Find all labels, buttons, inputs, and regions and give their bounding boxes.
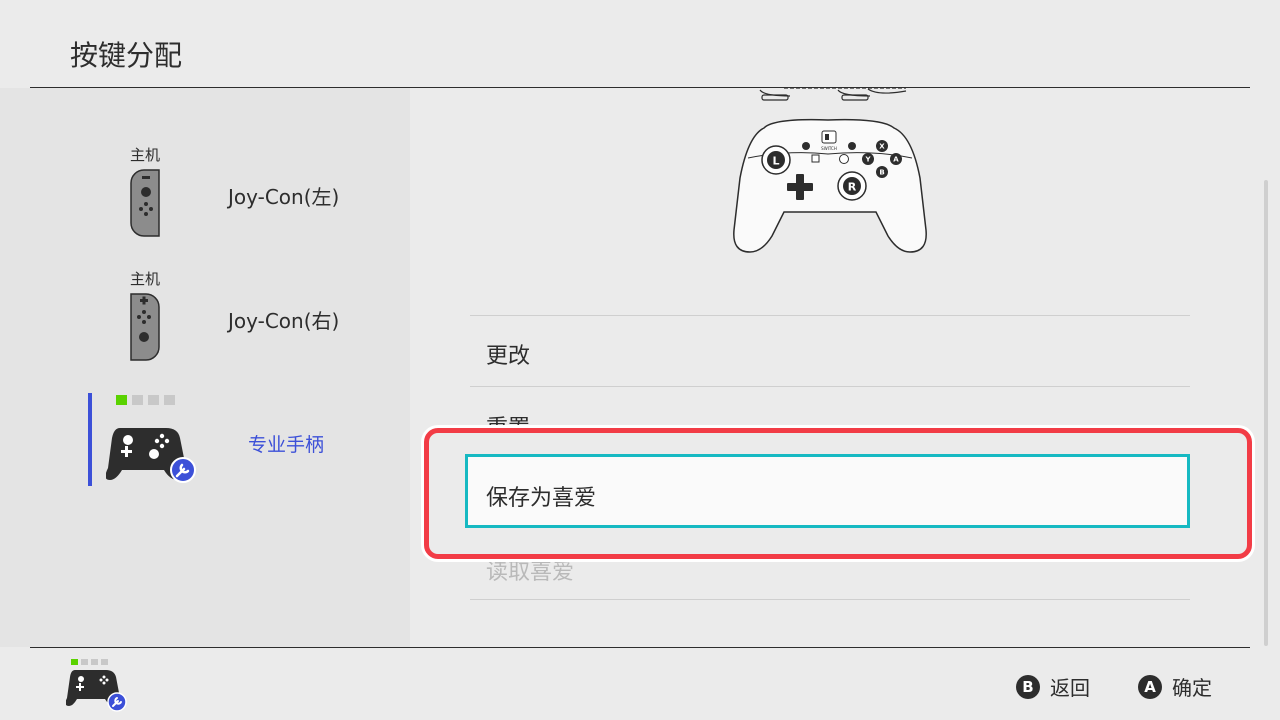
- back-hint[interactable]: B 返回: [1016, 672, 1090, 701]
- scrollbar[interactable]: [1264, 180, 1268, 646]
- player-light-1: [116, 395, 127, 405]
- menu-divider: [470, 315, 1190, 316]
- device-item-joycon-left[interactable]: [0, 150, 410, 250]
- b-button-icon: B: [1016, 674, 1040, 699]
- player-light-1: [71, 659, 78, 665]
- device-name: Joy-Con(右): [228, 309, 340, 333]
- a-button-icon: A: [1138, 674, 1162, 699]
- svg-text:R: R: [848, 181, 857, 194]
- svg-text:B: B: [879, 169, 884, 177]
- svg-text:A: A: [893, 156, 899, 164]
- menu-item-label: 保存为喜爱: [486, 486, 597, 511]
- player-light-3: [148, 395, 159, 405]
- svg-text:SWITCH: SWITCH: [821, 146, 837, 151]
- svg-text:L: L: [772, 155, 779, 168]
- player-light-2: [132, 395, 143, 405]
- menu-divider: [470, 599, 1190, 600]
- pro-controller-icon: [106, 428, 196, 483]
- device-name: Joy-Con(左): [228, 185, 340, 209]
- confirm-hint[interactable]: A 确定: [1138, 672, 1212, 701]
- player-lights: [116, 395, 175, 405]
- controller-diagram: L R SWITCH XY A B: [733, 88, 927, 253]
- menu-item-save-favorite[interactable]: 保存为喜爱: [465, 454, 1190, 528]
- menu-item-change[interactable]: 更改: [486, 338, 530, 370]
- joycon-left-icon: [130, 169, 160, 237]
- footer-controller-icon: [66, 670, 127, 712]
- back-label: 返回: [1050, 676, 1090, 700]
- confirm-label: 确定: [1172, 676, 1212, 700]
- footer-player-lights: [71, 659, 108, 665]
- menu-divider: [470, 386, 1190, 387]
- footer-divider: [30, 647, 1250, 648]
- joycon-right-icon: [130, 293, 160, 361]
- page-title: 按键分配: [70, 39, 183, 72]
- svg-text:X: X: [879, 143, 885, 151]
- device-item-joycon-right[interactable]: [0, 274, 410, 374]
- player-light-4: [101, 659, 108, 665]
- svg-text:Y: Y: [864, 156, 871, 164]
- device-name-selected: 专业手柄: [248, 434, 325, 456]
- player-light-3: [91, 659, 98, 665]
- player-light-4: [164, 395, 175, 405]
- player-light-2: [81, 659, 88, 665]
